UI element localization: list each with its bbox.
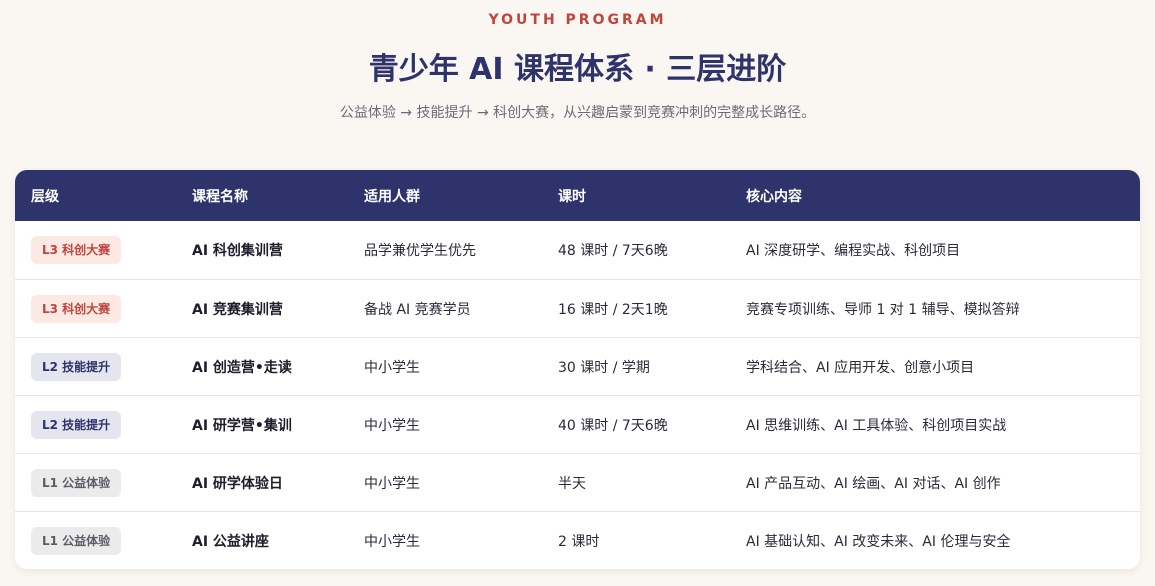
page-title: 青少年 AI 课程体系 · 三层进阶	[368, 52, 787, 87]
content-cell: AI 基础认知、AI 改变未来、AI 伦理与安全	[746, 533, 1011, 550]
level-badge: L2 技能提升	[31, 352, 122, 381]
course-name: AI 研学营•集训	[192, 417, 292, 434]
column-header-course: 课程名称	[192, 188, 248, 205]
content-cell: AI 产品互动、AI 绘画、AI 对话、AI 创作	[746, 475, 1001, 492]
table-row: L2 技能提升 AI 研学营•集训 中小学生 40 课时 / 7天6晚 AI 思…	[15, 395, 1140, 453]
audience-cell: 中小学生	[364, 359, 420, 376]
column-header-audience: 适用人群	[364, 188, 420, 205]
course-name: AI 创造营•走读	[192, 359, 292, 376]
content-cell: 竞赛专项训练、导师 1 对 1 辅导、模拟答辩	[746, 301, 1020, 318]
column-header-hours: 课时	[558, 188, 586, 205]
table-header: 层级 课程名称 适用人群 课时 核心内容	[15, 170, 1140, 221]
table-body: L3 科创大赛 AI 科创集训营 品学兼优学生优先 48 课时 / 7天6晚 A…	[15, 221, 1140, 569]
column-header-content: 核心内容	[746, 188, 802, 205]
hours-cell: 16 课时 / 2天1晚	[558, 301, 668, 318]
column-header-level: 层级	[31, 188, 59, 205]
hours-cell: 半天	[558, 475, 586, 492]
course-table: 层级 课程名称 适用人群 课时 核心内容 L3 科创大赛 AI 科创集训营 品学…	[15, 170, 1140, 569]
table-row: L3 科创大赛 AI 科创集训营 品学兼优学生优先 48 课时 / 7天6晚 A…	[15, 221, 1140, 279]
course-name: AI 公益讲座	[192, 533, 269, 550]
audience-cell: 备战 AI 竞赛学员	[364, 301, 471, 318]
hours-cell: 2 课时	[558, 533, 600, 550]
level-badge: L2 技能提升	[31, 410, 122, 439]
audience-cell: 中小学生	[364, 417, 420, 434]
content-cell: 学科结合、AI 应用开发、创意小项目	[746, 359, 975, 376]
hours-cell: 30 课时 / 学期	[558, 359, 650, 376]
hours-cell: 40 课时 / 7天6晚	[558, 417, 668, 434]
eyebrow-label: YOUTH PROGRAM	[488, 12, 667, 28]
hours-cell: 48 课时 / 7天6晚	[558, 243, 668, 259]
course-name: AI 竞赛集训营	[192, 301, 283, 318]
table-row: L1 公益体验 AI 公益讲座 中小学生 2 课时 AI 基础认知、AI 改变未…	[15, 511, 1140, 569]
course-name: AI 研学体验日	[192, 475, 283, 492]
content-cell: AI 思维训练、AI 工具体验、科创项目实战	[746, 417, 1007, 434]
page-subtitle: 公益体验 → 技能提升 → 科创大赛，从兴趣启蒙到竞赛冲刺的完整成长路径。	[339, 105, 816, 121]
audience-cell: 品学兼优学生优先	[364, 243, 476, 259]
audience-cell: 中小学生	[364, 475, 420, 492]
level-badge: L1 公益体验	[31, 526, 122, 555]
content-cell: AI 深度研学、编程实战、科创项目	[746, 243, 961, 259]
level-badge: L1 公益体验	[31, 468, 122, 497]
table-row: L3 科创大赛 AI 竞赛集训营 备战 AI 竞赛学员 16 课时 / 2天1晚…	[15, 279, 1140, 337]
table-row: L1 公益体验 AI 研学体验日 中小学生 半天 AI 产品互动、AI 绘画、A…	[15, 453, 1140, 511]
audience-cell: 中小学生	[364, 533, 420, 550]
course-name: AI 科创集训营	[192, 243, 283, 259]
table-row: L2 技能提升 AI 创造营•走读 中小学生 30 课时 / 学期 学科结合、A…	[15, 337, 1140, 395]
level-badge: L3 科创大赛	[31, 294, 122, 323]
level-badge: L3 科创大赛	[31, 236, 122, 264]
